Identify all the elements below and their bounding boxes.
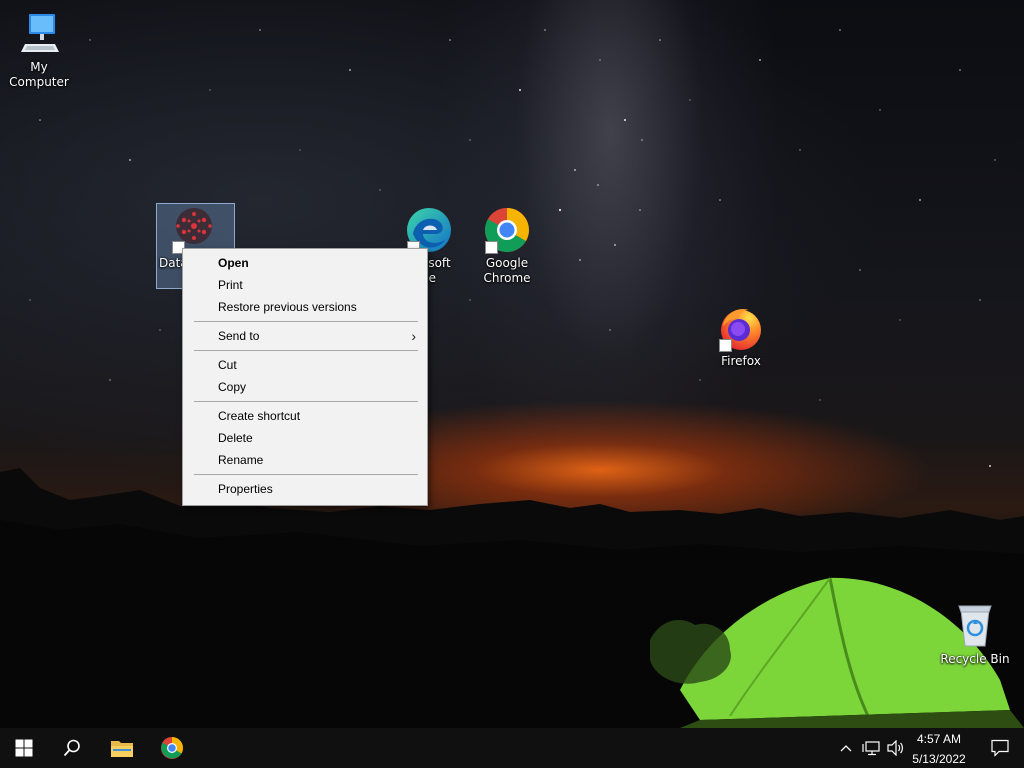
- windows-logo-icon: [15, 739, 33, 757]
- search-icon: [63, 739, 80, 757]
- network-button[interactable]: [858, 728, 884, 768]
- menu-item-create-shortcut[interactable]: Create shortcut: [184, 405, 426, 427]
- context-menu: Open Print Restore previous versions Sen…: [182, 248, 428, 506]
- desktop-icon-google-chrome[interactable]: Google Chrome: [469, 206, 545, 286]
- desktop-icon-firefox[interactable]: Firefox: [703, 304, 779, 369]
- action-center-button[interactable]: [976, 728, 1024, 768]
- desktop[interactable]: My Computer Data osoft ge Google Chrome …: [0, 0, 1024, 728]
- menu-item-label: Send to: [218, 329, 260, 343]
- menu-separator: [194, 321, 418, 322]
- clock-date: 5/13/2022: [912, 752, 966, 766]
- shortcut-arrow-icon: [719, 339, 732, 352]
- folder-icon: [111, 741, 133, 757]
- menu-separator: [194, 350, 418, 351]
- recycle-bin-icon: [951, 602, 999, 650]
- menu-item-copy[interactable]: Copy: [184, 376, 426, 398]
- shortcut-arrow-icon: [485, 241, 498, 254]
- menu-item-rename[interactable]: Rename: [184, 449, 426, 471]
- menu-item-open[interactable]: Open: [184, 252, 426, 274]
- clock[interactable]: 4:57 AM 5/13/2022: [908, 731, 970, 767]
- menu-item-cut[interactable]: Cut: [184, 354, 426, 376]
- network-icon: [862, 741, 880, 756]
- taskbar: 4:57 AM 5/13/2022: [0, 728, 1024, 768]
- start-button[interactable]: [0, 728, 48, 768]
- desktop-icon-label: Google Chrome: [483, 256, 531, 285]
- chevron-up-icon: [840, 745, 852, 752]
- menu-item-restore-previous-versions[interactable]: Restore previous versions: [184, 296, 426, 318]
- menu-item-send-to[interactable]: Send to ›: [184, 325, 426, 347]
- notification-icon: [991, 739, 1009, 757]
- show-hidden-icons-button[interactable]: [834, 728, 858, 768]
- taskbar-google-chrome[interactable]: [148, 728, 196, 768]
- computer-icon: [15, 10, 63, 58]
- chrome-icon: [483, 206, 531, 254]
- chevron-right-icon: ›: [411, 328, 416, 344]
- menu-item-delete[interactable]: Delete: [184, 427, 426, 449]
- desktop-icon-recycle-bin[interactable]: Recycle Bin: [937, 602, 1013, 667]
- menu-item-properties[interactable]: Properties: [184, 478, 426, 500]
- chrome-icon: [161, 737, 183, 759]
- desktop-icon-label: Recycle Bin: [940, 652, 1010, 666]
- search-button[interactable]: [48, 728, 96, 768]
- desktop-icon-label: My Computer: [9, 60, 69, 89]
- speaker-icon: [887, 740, 903, 756]
- edge-icon: [405, 206, 453, 254]
- clock-time: 4:57 AM: [916, 732, 962, 746]
- menu-separator: [194, 401, 418, 402]
- desktop-icon-my-computer[interactable]: My Computer: [1, 10, 77, 90]
- firefox-icon: [717, 304, 765, 352]
- volume-button[interactable]: [884, 728, 908, 768]
- menu-separator: [194, 474, 418, 475]
- data-file-icon: [170, 206, 218, 254]
- taskbar-file-explorer[interactable]: [98, 728, 146, 768]
- menu-item-print[interactable]: Print: [184, 274, 426, 296]
- desktop-icon-label: Firefox: [721, 354, 761, 368]
